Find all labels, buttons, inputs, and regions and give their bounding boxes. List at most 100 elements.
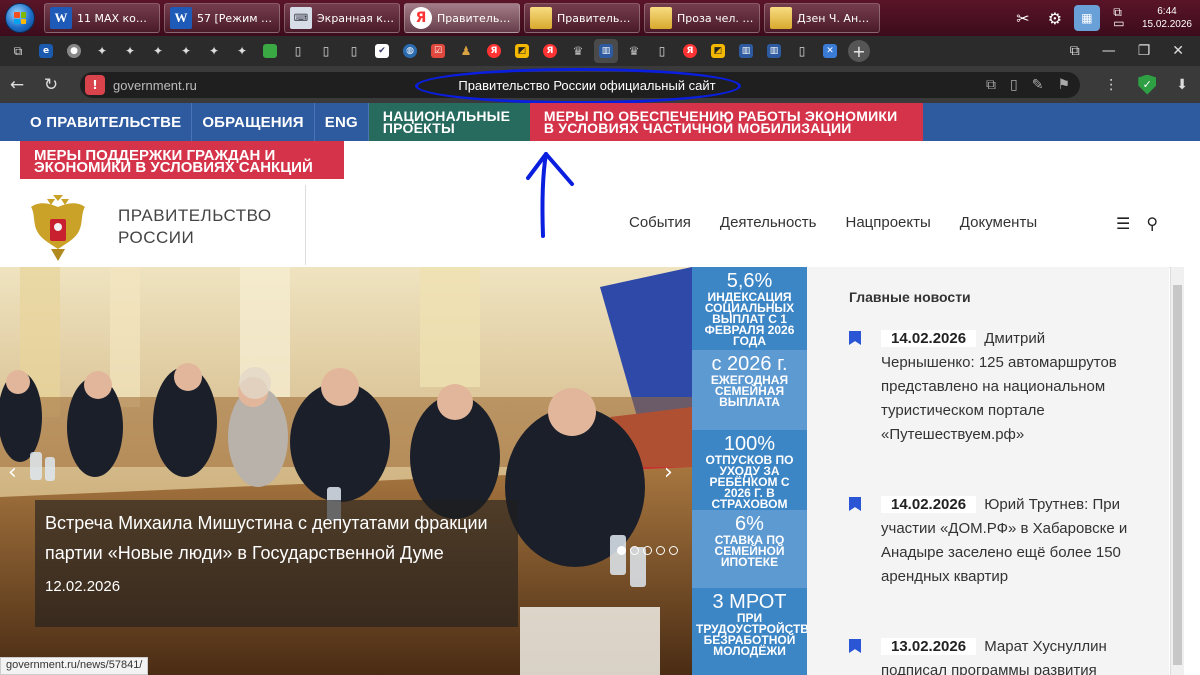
nav-events[interactable]: События	[629, 214, 691, 231]
site-logo-text[interactable]: ПРАВИТЕЛЬСТВО РОССИИ	[118, 205, 272, 249]
tab-pinned[interactable]: ▥	[734, 39, 758, 63]
new-tab-button[interactable]: +	[848, 40, 870, 62]
tab-pinned[interactable]: ▯	[286, 39, 310, 63]
address-bar-row: ← ↻ ! government.ru Правительство России…	[0, 66, 1200, 103]
tab-pinned[interactable]: ▯	[342, 39, 366, 63]
stat-card[interactable]: 5,6% ИНДЕКСАЦИЯ СОЦИАЛЬНЫХ ВЫПЛАТ С 1 ФЕ…	[692, 267, 807, 350]
tab-pinned[interactable]: ✦	[118, 39, 142, 63]
security-warning-icon[interactable]: !	[85, 75, 105, 95]
slider-dot[interactable]	[617, 546, 626, 555]
tab-pinned[interactable]: ✕	[818, 39, 842, 63]
clock[interactable]: 6:44 15.02.2026	[1142, 5, 1192, 31]
taskbar-task-label: Правительств...	[557, 11, 634, 25]
restore-icon[interactable]: ❐	[1138, 43, 1151, 59]
tab-pinned[interactable]: ●	[62, 39, 86, 63]
protect-shield-icon[interactable]: ✓	[1138, 74, 1157, 95]
tab-pinned[interactable]: Я	[482, 39, 506, 63]
slider-prev-icon[interactable]: ‹	[8, 460, 17, 485]
tab-pinned[interactable]: ◩	[706, 39, 730, 63]
collections-icon[interactable]: ⧉	[1070, 43, 1080, 59]
tab-pinned[interactable]: ▯	[790, 39, 814, 63]
hero-caption[interactable]: Встреча Михаила Мишустина с депутатами ф…	[35, 500, 518, 627]
nav-activity[interactable]: Деятельность	[720, 214, 817, 231]
nav-national-projects[interactable]: Нацпроекты	[845, 214, 930, 231]
stat-card[interactable]: 100% ОТПУСКОВ ПО УХОДУ ЗА РЕБЁНКОМ С 202…	[692, 430, 807, 510]
news-item[interactable]: 14.02.2026 Дмитрий Чернышенко: 125 автом…	[849, 327, 1129, 447]
reload-button[interactable]: ↻	[34, 66, 68, 103]
menu-about-government[interactable]: О ПРАВИТЕЛЬСТВЕ	[20, 103, 193, 141]
hamburger-menu-icon[interactable]: ☰	[1116, 214, 1130, 233]
yandex-market-icon: ◩	[711, 44, 725, 58]
tab-pinned[interactable]: ✦	[90, 39, 114, 63]
tab-pinned[interactable]: ✦	[146, 39, 170, 63]
slider-dot[interactable]	[630, 546, 639, 555]
tab-pinned[interactable]: ♟	[454, 39, 478, 63]
page-scrollbar[interactable]	[1170, 267, 1184, 675]
russian-coat-of-arms-icon[interactable]	[25, 193, 91, 263]
taskbar-task[interactable]: ⌨ Экранная кла...	[284, 3, 400, 33]
slider-dot[interactable]	[669, 546, 678, 555]
news-item[interactable]: 13.02.2026 Марат Хуснуллин подписал прог…	[849, 635, 1129, 675]
taskbar-task[interactable]: Проза чел. А...	[644, 3, 760, 33]
minimize-icon[interactable]: —	[1102, 43, 1116, 59]
menu-appeals[interactable]: ОБРАЩЕНИЯ	[192, 103, 315, 141]
tab-pinned[interactable]: Я	[678, 39, 702, 63]
bookmark-icon[interactable]	[849, 331, 861, 345]
tab-active-government[interactable]: ▥	[594, 39, 618, 63]
download-icon[interactable]: ⬇	[1176, 77, 1188, 93]
start-button[interactable]	[0, 0, 40, 36]
url-field[interactable]: ! government.ru Правительство России офи…	[80, 72, 1080, 98]
bookmark-icon[interactable]	[849, 497, 861, 511]
tab-pinned[interactable]: ▯	[314, 39, 338, 63]
menu-national-projects[interactable]: НАЦИОНАЛЬНЫЕ ПРОЕКТЫ	[368, 103, 530, 141]
taskbar-task[interactable]: W 57 [Режим ог...	[164, 3, 280, 33]
sanctions-support-button[interactable]: МЕРЫ ПОДДЕРЖКИ ГРАЖДАН И ЭКОНОМИКИ В УСЛ…	[20, 141, 344, 179]
taskbar-task[interactable]: Правительств...	[524, 3, 640, 33]
slider-next-icon[interactable]: ›	[664, 460, 673, 485]
stat-card[interactable]: 3 МРОТ ПРИ ТРУДОУСТРОЙСТВЕ БЕЗРАБОТНОЙ М…	[692, 588, 807, 675]
gear-icon[interactable]: ⚙	[1042, 5, 1068, 31]
tab-pinned[interactable]: e	[34, 39, 58, 63]
tab-pinned[interactable]: ✔	[370, 39, 394, 63]
taskbar-task[interactable]: Дзен Ч. Антон	[764, 3, 880, 33]
stat-card[interactable]: 6% СТАВКА ПО СЕМЕЙНОЙ ИПОТЕКЕ	[692, 510, 807, 588]
reader-icon[interactable]: ✎	[1032, 77, 1044, 93]
show-desktop-icon[interactable]: ⧉ ▭	[1106, 5, 1132, 31]
tab-pinned[interactable]: ♛	[566, 39, 590, 63]
nav-documents[interactable]: Документы	[960, 214, 1037, 231]
bookmark-icon[interactable]: ⚑	[1057, 77, 1070, 93]
tab-pinned[interactable]: ✦	[174, 39, 198, 63]
taskbar-task[interactable]: W 11 МАХ комм...	[44, 3, 160, 33]
more-menu-icon[interactable]: ⋮	[1104, 77, 1118, 93]
taskbar-task[interactable]: Я Правительств...	[404, 3, 520, 33]
close-icon[interactable]: ✕	[1172, 43, 1184, 59]
tab-pinned[interactable]: ▥	[762, 39, 786, 63]
tab-pinned[interactable]: ◩	[510, 39, 534, 63]
copy-link-icon[interactable]: ⧉	[986, 77, 996, 93]
search-icon[interactable]: ⚲	[1146, 214, 1158, 233]
stat-card[interactable]: с 2026 г. ЕЖЕГОДНАЯ СЕМЕЙНАЯ ВЫПЛАТА	[692, 350, 807, 430]
bookmark-icon[interactable]	[849, 639, 861, 653]
tab-pinned[interactable]: ▯	[650, 39, 674, 63]
back-button[interactable]: ←	[0, 66, 34, 103]
slider-dot[interactable]	[643, 546, 652, 555]
tab-pinned[interactable]: ✦	[202, 39, 226, 63]
network-icon[interactable]: ▦	[1073, 5, 1100, 31]
word-icon: W	[50, 7, 72, 29]
tab-pinned[interactable]: ♛	[622, 39, 646, 63]
tab-pinned[interactable]: Я	[538, 39, 562, 63]
tab-pinned[interactable]: ◍	[398, 39, 422, 63]
share-icon[interactable]: ▯	[1010, 77, 1018, 93]
slider-dot[interactable]	[656, 546, 665, 555]
tab-manager-icon[interactable]: ⧉	[6, 39, 30, 63]
stat-label: ИНДЕКСАЦИЯ СОЦИАЛЬНЫХ ВЫПЛАТ С 1 ФЕВРАЛЯ…	[704, 290, 795, 348]
menu-mobilization-measures[interactable]: МЕРЫ ПО ОБЕСПЕЧЕНИЮ РАБОТЫ ЭКОНОМИКИ В У…	[529, 103, 923, 141]
news-item[interactable]: 14.02.2026 Юрий Трутнев: При участии «ДО…	[849, 493, 1129, 589]
scissors-icon[interactable]: ✂	[1010, 5, 1036, 31]
tab-pinned[interactable]: ✦	[230, 39, 254, 63]
menu-eng[interactable]: ENG	[315, 103, 369, 141]
scrollbar-thumb[interactable]	[1173, 285, 1182, 665]
tab-pinned[interactable]: ☑	[426, 39, 450, 63]
header-divider	[305, 185, 306, 265]
tab-pinned[interactable]	[258, 39, 282, 63]
